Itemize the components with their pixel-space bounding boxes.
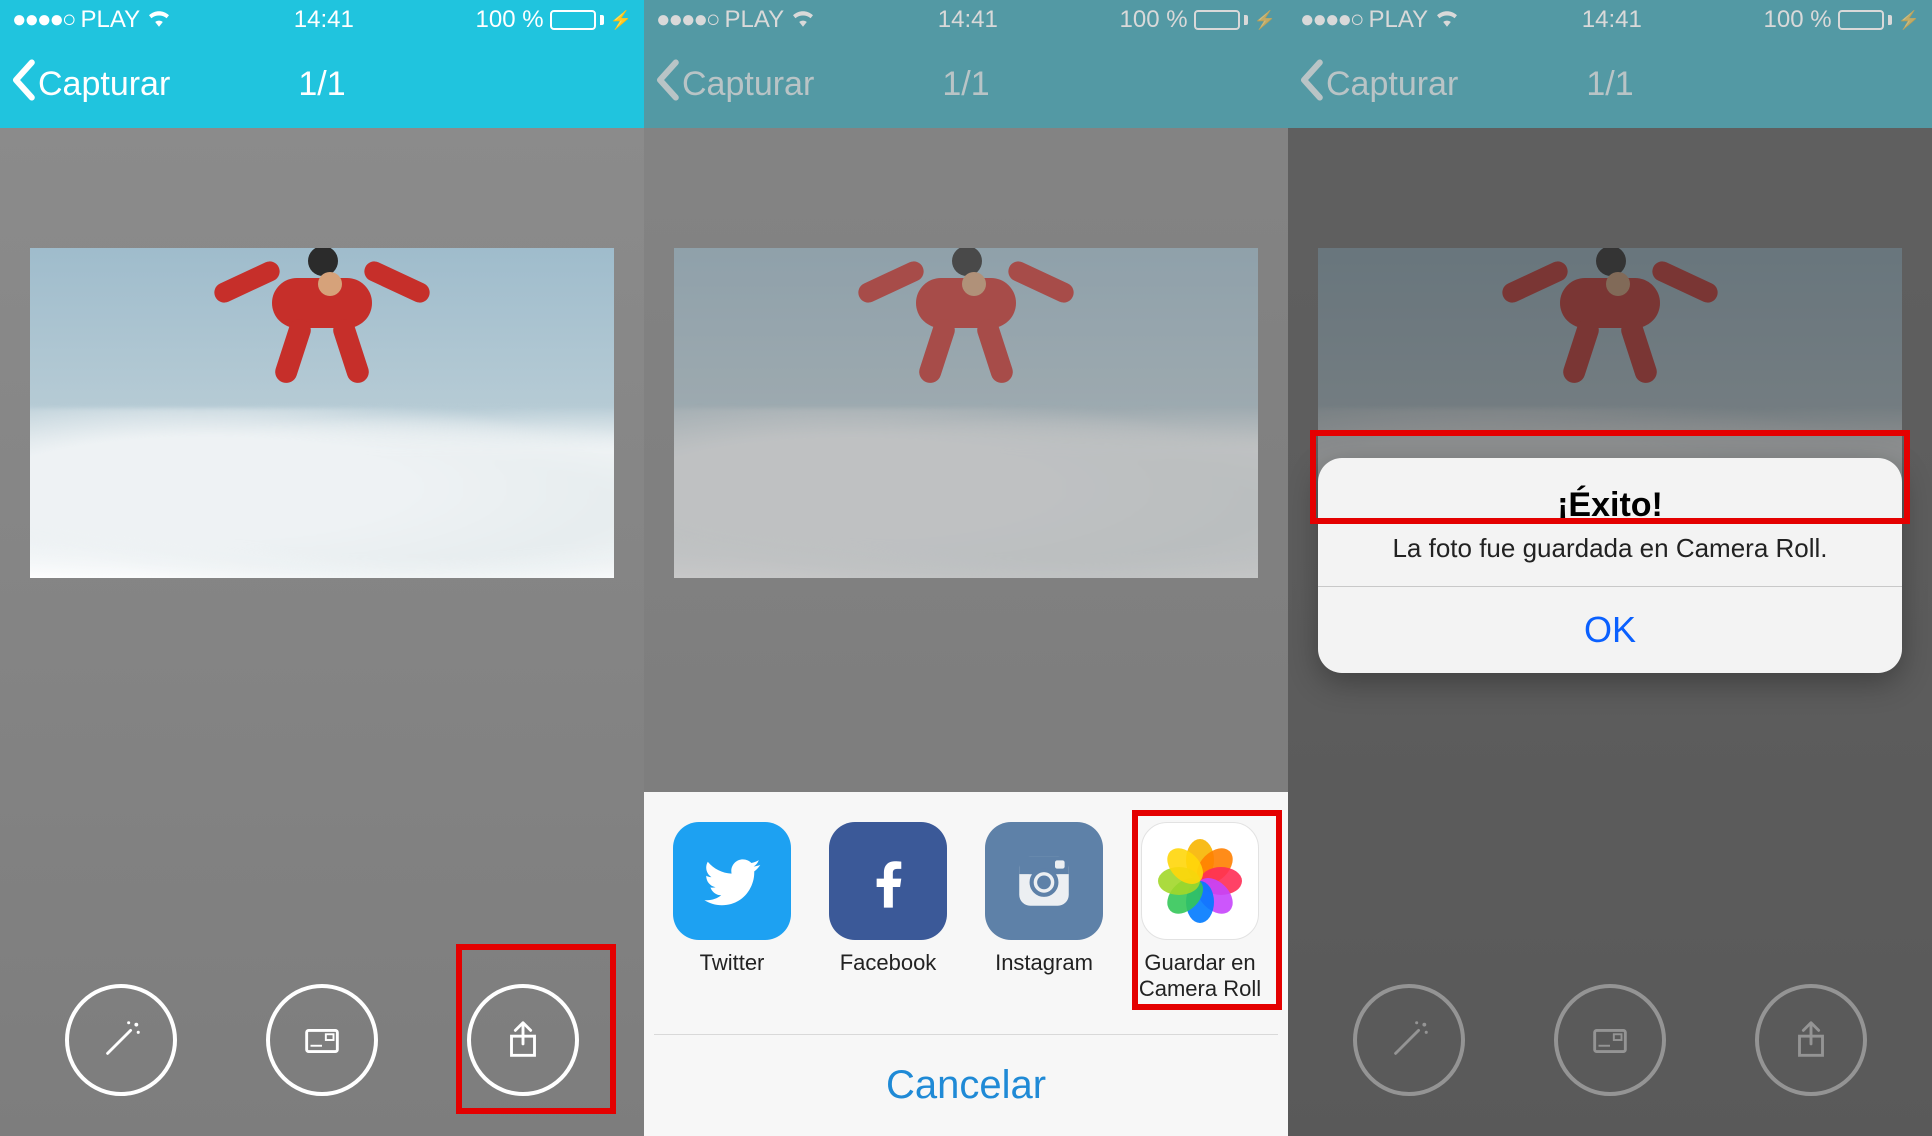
instagram-icon	[985, 822, 1103, 940]
share-item-camroll[interactable]: Guardar en Camera Roll	[1127, 822, 1273, 1004]
signal-dots-icon: ●●●●○	[656, 6, 718, 34]
back-button: Capturar	[644, 59, 814, 110]
screen-3-success-alert: ●●●●○ PLAY 14:41 100 % ⚡ Capturar 1/1	[1288, 0, 1932, 1136]
screen-2-share-sheet: ●●●●○ PLAY 14:41 100 % ⚡ Capturar 1/1	[644, 0, 1288, 1136]
back-label: Capturar	[38, 65, 170, 104]
screen-1-preview: ●●●●○ PLAY 14:41 100 % ⚡ Capturar 1/1	[0, 0, 644, 1136]
captured-photo[interactable]	[30, 248, 614, 578]
share-item-instagram[interactable]: Instagram	[971, 822, 1117, 1004]
share-cancel-button[interactable]: Cancelar	[654, 1034, 1278, 1136]
battery-icon	[550, 10, 604, 30]
content-area: ¡Éxito! La foto fue guardada en Camera R…	[1288, 128, 1932, 1136]
back-button: Capturar	[1288, 59, 1458, 110]
twitter-icon	[673, 822, 791, 940]
signal-dots-icon: ●●●●○	[1300, 6, 1362, 34]
share-sheet: Twitter Facebook Instagram	[644, 792, 1288, 1136]
signal-dots-icon: ●●●●○	[12, 6, 74, 34]
magic-wand-button[interactable]	[65, 984, 177, 1096]
nav-bar: Capturar 1/1	[0, 40, 644, 128]
status-bar: ●●●●○ PLAY 14:41 100 % ⚡	[0, 0, 644, 40]
share-label: Twitter	[700, 950, 765, 1004]
status-time: 14:41	[294, 6, 354, 34]
carrier-label: PLAY	[80, 6, 140, 34]
content-area	[0, 128, 644, 1136]
battery-pct: 100 %	[476, 6, 544, 34]
facebook-icon	[829, 822, 947, 940]
wifi-icon	[1434, 6, 1460, 34]
share-button[interactable]	[467, 984, 579, 1096]
alert-ok-button[interactable]: OK	[1318, 586, 1902, 673]
charging-icon: ⚡	[1254, 10, 1276, 31]
share-item-facebook[interactable]: Facebook	[815, 822, 961, 1004]
nav-bar: Capturar 1/1	[644, 40, 1288, 128]
back-label: Capturar	[682, 65, 814, 104]
bottom-toolbar	[0, 984, 644, 1096]
back-button[interactable]: Capturar	[0, 59, 170, 110]
wifi-icon	[146, 6, 172, 34]
alert-title: ¡Éxito!	[1340, 486, 1880, 525]
charging-icon: ⚡	[610, 10, 632, 31]
chevron-left-icon	[1298, 59, 1324, 110]
battery-pct: 100 %	[1764, 6, 1832, 34]
chevron-left-icon	[10, 59, 36, 110]
battery-icon	[1194, 10, 1248, 30]
share-label: Facebook	[840, 950, 937, 1004]
chevron-left-icon	[654, 59, 680, 110]
wifi-icon	[790, 6, 816, 34]
battery-pct: 100 %	[1120, 6, 1188, 34]
share-label: Instagram	[995, 950, 1093, 1004]
alert-message: La foto fue guardada en Camera Roll.	[1340, 533, 1880, 564]
status-bar: ●●●●○ PLAY 14:41 100 % ⚡	[644, 0, 1288, 40]
carrier-label: PLAY	[724, 6, 784, 34]
share-item-twitter[interactable]: Twitter	[659, 822, 805, 1004]
back-label: Capturar	[1326, 65, 1458, 104]
nav-bar: Capturar 1/1	[1288, 40, 1932, 128]
photos-icon	[1141, 822, 1259, 940]
share-label: Guardar en Camera Roll	[1127, 950, 1273, 1004]
content-area: Twitter Facebook Instagram	[644, 128, 1288, 1136]
status-time: 14:41	[938, 6, 998, 34]
battery-icon	[1838, 10, 1892, 30]
carrier-label: PLAY	[1368, 6, 1428, 34]
postcard-button[interactable]	[266, 984, 378, 1096]
success-alert: ¡Éxito! La foto fue guardada en Camera R…	[1318, 458, 1902, 673]
status-time: 14:41	[1582, 6, 1642, 34]
charging-icon: ⚡	[1898, 10, 1920, 31]
status-bar: ●●●●○ PLAY 14:41 100 % ⚡	[1288, 0, 1932, 40]
